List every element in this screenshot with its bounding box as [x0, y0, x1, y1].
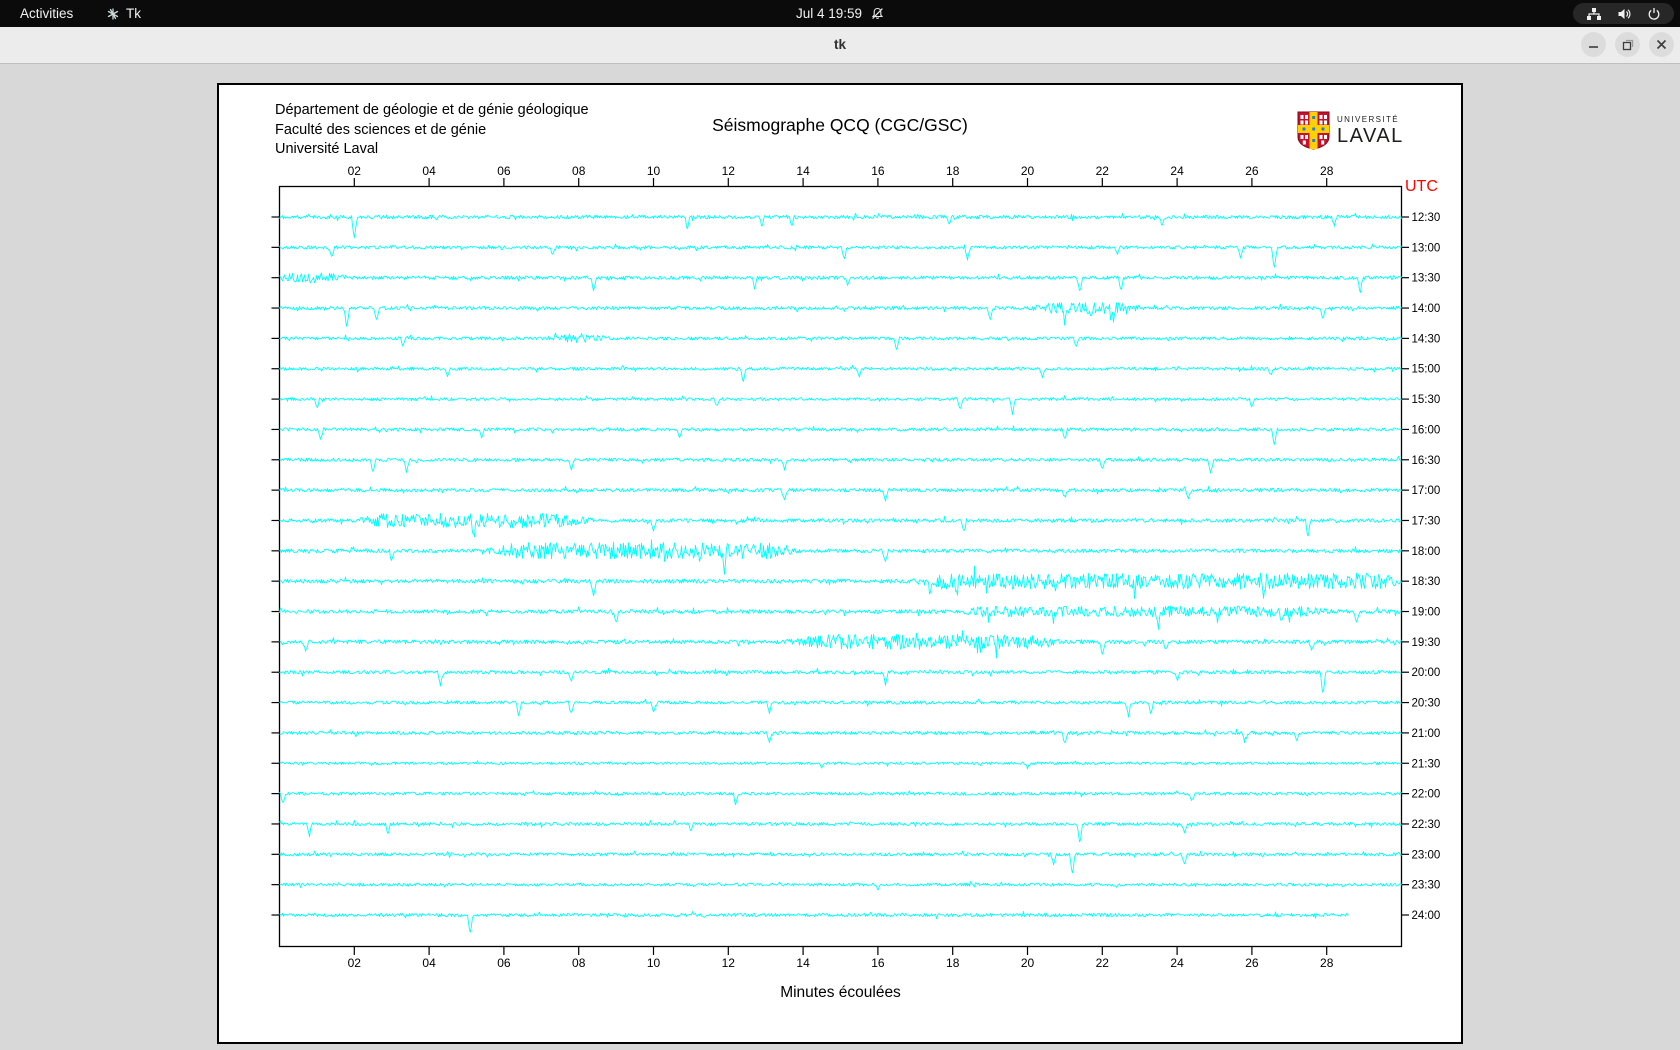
- x-tick-label-top: 16: [871, 164, 885, 178]
- row-time-label: 21:00: [1412, 728, 1441, 740]
- row-time-label: 17:00: [1412, 485, 1441, 497]
- seismo-trace-row-15:30: [279, 395, 1402, 416]
- seismo-trace-row-24:00: [279, 910, 1349, 933]
- row-time-label: 15:00: [1412, 364, 1441, 376]
- row-time-label: 22:30: [1412, 819, 1441, 831]
- close-button[interactable]: [1649, 32, 1674, 57]
- x-tick-label-bottom: 16: [871, 956, 885, 970]
- row-time-label: 16:00: [1412, 424, 1441, 436]
- seismo-trace-row-17:30: [279, 512, 1402, 538]
- seismo-trace-row-18:30: [279, 565, 1402, 600]
- x-tick-label-bottom: 02: [348, 956, 362, 970]
- window-titlebar: tk: [0, 27, 1680, 64]
- x-tick-label-top: 28: [1320, 164, 1334, 178]
- seismo-trace-row-20:00: [279, 667, 1402, 693]
- x-tick-label-top: 10: [647, 164, 661, 178]
- row-time-label: 23:30: [1412, 880, 1441, 892]
- x-tick-label-bottom: 20: [1021, 956, 1035, 970]
- row-time-label: 18:00: [1412, 546, 1441, 558]
- x-tick-label-bottom: 10: [647, 956, 661, 970]
- x-tick-label-bottom: 22: [1096, 956, 1110, 970]
- row-time-label: 20:00: [1412, 667, 1441, 679]
- x-tick-label-top: 02: [348, 164, 362, 178]
- x-tick-label-bottom: 06: [497, 956, 511, 970]
- clock-label: Jul 4 19:59: [795, 6, 863, 21]
- row-time-label: 15:30: [1412, 394, 1441, 406]
- seismo-trace-row-19:30: [279, 630, 1402, 659]
- x-tick-label-bottom: 08: [572, 956, 586, 970]
- row-time-label: 20:30: [1412, 698, 1441, 710]
- x-tick-label-top: 06: [497, 164, 511, 178]
- row-time-label: 22:00: [1412, 789, 1441, 801]
- x-tick-label-bottom: 24: [1170, 956, 1184, 970]
- utc-axis-label: UTC: [1405, 178, 1438, 195]
- row-time-label: 12:30: [1412, 212, 1441, 224]
- seismo-trace-row-12:30: [279, 212, 1402, 239]
- x-tick-label-top: 24: [1170, 164, 1184, 178]
- bell-muted-icon: [871, 7, 884, 20]
- seismo-trace-row-23:30: [279, 881, 1402, 891]
- gnome-top-bar: Activities Tk Jul 4 19:59: [0, 0, 1680, 27]
- volume-icon: [1617, 7, 1632, 21]
- seismo-trace-row-19:00: [279, 605, 1402, 630]
- x-tick-label-bottom: 28: [1320, 956, 1334, 970]
- clock-button[interactable]: Jul 4 19:59: [0, 0, 1680, 27]
- x-axis-label: Minutes écoulées: [780, 984, 901, 1001]
- seismograph-panel: Département de géologie et de génie géol…: [217, 83, 1463, 1044]
- x-tick-label-top: 20: [1021, 164, 1035, 178]
- x-tick-label-bottom: 26: [1245, 956, 1259, 970]
- row-time-label: 13:00: [1412, 242, 1441, 254]
- seismo-trace-row-14:00: [279, 302, 1402, 327]
- plot-frame: [278, 185, 1403, 948]
- seismo-trace-row-22:00: [279, 790, 1402, 806]
- seismo-trace-row-15:00: [279, 364, 1402, 382]
- x-tick-label-top: 26: [1245, 164, 1259, 178]
- row-time-label: 13:30: [1412, 273, 1441, 285]
- seismo-trace-row-16:30: [279, 455, 1402, 474]
- seismo-trace-row-18:00: [279, 539, 1402, 575]
- seismo-trace-row-16:00: [279, 425, 1402, 445]
- window-title: tk: [833, 37, 846, 52]
- x-tick-label-top: 04: [422, 164, 436, 178]
- x-tick-label-bottom: 18: [946, 956, 960, 970]
- row-time-label: 19:30: [1412, 637, 1441, 649]
- tk-app-background: Département de géologie et de génie géol…: [0, 64, 1680, 1050]
- seismo-trace-row-23:00: [279, 850, 1402, 874]
- seismograph-chart: 02 02 04 04 06 06 08 08 10 10 12 12 14 14 16 16 18 18 20 20…: [271, 164, 1441, 1001]
- x-tick-label-bottom: 14: [796, 956, 810, 970]
- row-time-label: 24:00: [1412, 910, 1441, 922]
- seismo-trace-row-20:30: [279, 698, 1402, 718]
- row-time-label: 16:30: [1412, 455, 1441, 467]
- system-tray-button[interactable]: [1573, 3, 1674, 24]
- row-time-label: 18:30: [1412, 576, 1441, 588]
- minimize-button[interactable]: [1581, 32, 1606, 57]
- x-tick-label-top: 14: [796, 164, 810, 178]
- x-tick-label-top: 22: [1096, 164, 1110, 178]
- x-tick-label-top: 18: [946, 164, 960, 178]
- x-tick-label-top: 12: [722, 164, 736, 178]
- maximize-button[interactable]: [1615, 32, 1640, 57]
- seismo-trace-row-14:30: [279, 332, 1402, 350]
- seismo-trace-row-21:00: [279, 729, 1402, 744]
- seismo-trace-row-21:30: [279, 760, 1402, 770]
- seismo-trace-row-17:00: [279, 485, 1402, 502]
- row-time-label: 14:00: [1412, 303, 1441, 315]
- row-time-label: 17:30: [1412, 515, 1441, 527]
- x-tick-label-bottom: 12: [722, 956, 736, 970]
- seismo-trace-row-13:30: [279, 272, 1402, 293]
- x-tick-label-bottom: 04: [422, 956, 436, 970]
- row-time-label: 14:30: [1412, 333, 1441, 345]
- power-icon: [1647, 7, 1661, 21]
- row-time-label: 19:00: [1412, 607, 1441, 619]
- seismo-trace-row-22:30: [279, 820, 1402, 843]
- network-wired-icon: [1586, 7, 1602, 21]
- row-time-label: 23:00: [1412, 849, 1441, 861]
- x-tick-label-top: 08: [572, 164, 586, 178]
- seismo-trace-row-13:00: [279, 243, 1402, 268]
- row-time-label: 21:30: [1412, 758, 1441, 770]
